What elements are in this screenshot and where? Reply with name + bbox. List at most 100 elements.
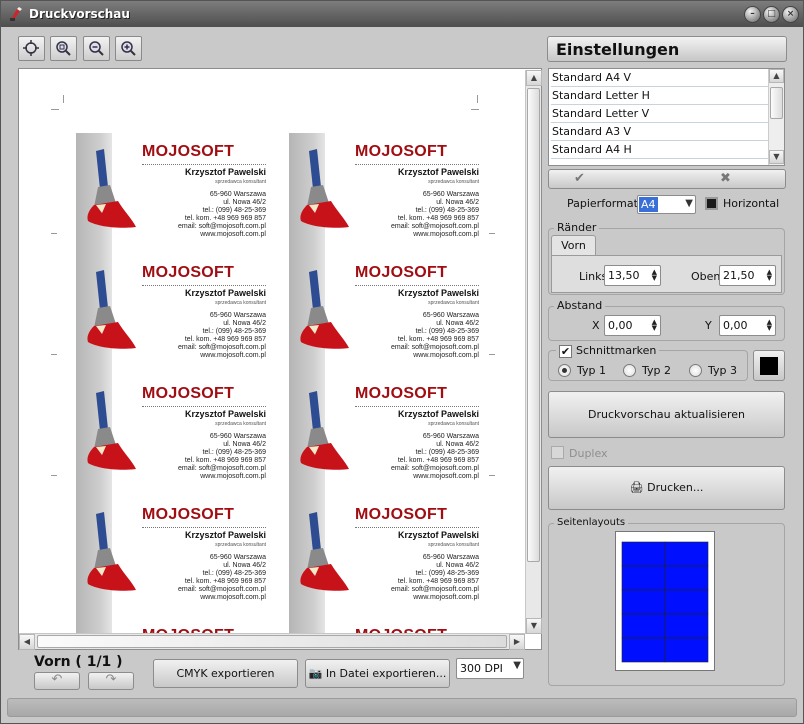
app-icon bbox=[10, 7, 22, 21]
scrollbar-thumb[interactable] bbox=[37, 635, 507, 648]
card-address-line: www.mojosoft.com.pl bbox=[200, 231, 266, 238]
left-margin-spinner[interactable]: 13,50 ▲ ▼ bbox=[604, 265, 661, 286]
scroll-up-icon[interactable]: ▲ bbox=[769, 69, 784, 83]
card-address-line: tel.: (099) 48-25-369 bbox=[202, 449, 266, 456]
x-spacing-value: 0,00 bbox=[608, 319, 633, 332]
zoom-page-button[interactable] bbox=[50, 36, 77, 61]
scroll-right-icon[interactable]: ▶ bbox=[509, 634, 525, 650]
layout-cell bbox=[664, 589, 709, 615]
card-name: Krzysztof Pawelski bbox=[184, 409, 266, 419]
spinner-arrows-icon[interactable]: ▲ ▼ bbox=[652, 319, 657, 332]
card-address-line: www.mojosoft.com.pl bbox=[413, 473, 479, 480]
paper-format-list[interactable]: Standard A4 V Standard Letter H Standard… bbox=[548, 68, 785, 166]
checkmark-icon[interactable]: ✔ bbox=[574, 171, 585, 186]
card-address-line: 65-960 Warszawa bbox=[209, 554, 266, 561]
card-address-line: tel.: (099) 48-25-369 bbox=[415, 207, 479, 214]
camera-icon: 📷 bbox=[308, 667, 323, 680]
list-item[interactable]: Standard Letter V bbox=[551, 105, 769, 123]
close-icon[interactable]: × bbox=[782, 6, 799, 23]
card-name: Krzysztof Pawelski bbox=[184, 288, 266, 298]
spinner-arrows-icon[interactable]: ▲ ▼ bbox=[767, 319, 772, 332]
list-scrollbar[interactable]: ▲ ▼ bbox=[768, 69, 784, 165]
zoom-in-button[interactable] bbox=[115, 36, 142, 61]
horizontal-checkbox[interactable] bbox=[705, 197, 718, 210]
layout-thumbnail[interactable] bbox=[615, 531, 715, 671]
print-preview-window: Druckvorschau – □ × MOJOSOFT Krzysztof Pa… bbox=[0, 0, 804, 724]
zoom-out-button[interactable] bbox=[83, 36, 110, 61]
tab-front[interactable]: Vorn bbox=[551, 235, 596, 256]
minimize-icon[interactable]: – bbox=[744, 6, 761, 23]
y-spacing-label: Y bbox=[705, 319, 712, 332]
zoom-fit-button[interactable] bbox=[18, 36, 45, 61]
paint-brush-icon bbox=[287, 510, 351, 605]
print-button[interactable]: 🖨 Drucken... bbox=[548, 466, 785, 510]
card-role: sprzedawca konsultant bbox=[428, 421, 479, 427]
business-card: MOJOSOFT Krzysztof Pawelski sprzedawca kon… bbox=[289, 496, 503, 617]
card-role: sprzedawca konsultant bbox=[215, 542, 266, 548]
scroll-left-icon[interactable]: ◀ bbox=[19, 634, 35, 650]
update-preview-button[interactable]: Druckvorschau aktualisieren bbox=[548, 391, 785, 438]
scroll-down-icon[interactable]: ▼ bbox=[526, 618, 542, 634]
business-card: MOJOSOFT Krzysztof Pawelski sprzedawca kon… bbox=[289, 375, 503, 496]
maximize-icon[interactable]: □ bbox=[763, 6, 780, 23]
card-role: sprzedawca konsultant bbox=[215, 421, 266, 427]
scrollbar-thumb[interactable] bbox=[527, 88, 540, 562]
horizontal-scrollbar[interactable]: ◀ ▶ bbox=[19, 633, 525, 650]
list-item[interactable]: Standard A4 H bbox=[551, 141, 769, 159]
margins-label: Ränder bbox=[554, 221, 600, 234]
crop-marks-checkbox[interactable]: ✔ bbox=[559, 345, 572, 358]
scrollbar-thumb[interactable] bbox=[770, 87, 783, 119]
next-page-button[interactable]: ↷ bbox=[88, 672, 134, 690]
crop-mark-color-button[interactable] bbox=[753, 350, 785, 381]
settings-title: Einstellungen bbox=[547, 36, 787, 62]
card-divider bbox=[142, 406, 266, 407]
title-bar[interactable]: Druckvorschau – □ × bbox=[1, 1, 803, 27]
card-role: sprzedawca konsultant bbox=[215, 300, 266, 306]
zoom-in-icon bbox=[121, 41, 136, 56]
card-brand: MOJOSOFT bbox=[142, 506, 235, 523]
card-address-line: tel. kom. +48 969 969 857 bbox=[397, 457, 479, 464]
layout-cell bbox=[664, 613, 709, 639]
file-export-button[interactable]: 📷 In Datei exportieren... bbox=[305, 659, 450, 688]
card-address-line: ul. Nowa 46/2 bbox=[436, 320, 479, 327]
list-item[interactable]: Standard A3 V bbox=[551, 123, 769, 141]
card-divider bbox=[142, 527, 266, 528]
radio-type-2[interactable] bbox=[623, 364, 636, 377]
card-address-line: www.mojosoft.com.pl bbox=[413, 594, 479, 601]
radio-type-3[interactable] bbox=[689, 364, 702, 377]
cross-icon[interactable]: ✖ bbox=[720, 171, 731, 186]
card-address-line: 65-960 Warszawa bbox=[422, 191, 479, 198]
x-spacing-spinner[interactable]: 0,00 ▲ ▼ bbox=[604, 315, 661, 336]
layout-cell bbox=[621, 589, 666, 615]
top-margin-spinner[interactable]: 21,50 ▲ ▼ bbox=[719, 265, 776, 286]
card-address-line: ul. Nowa 46/2 bbox=[223, 320, 266, 327]
zoom-page-icon bbox=[56, 41, 71, 56]
cmyk-export-button[interactable]: CMYK exportieren bbox=[153, 659, 298, 688]
paper-format-select[interactable]: A4 ▼ bbox=[637, 195, 696, 214]
scroll-up-icon[interactable]: ▲ bbox=[526, 70, 542, 86]
list-item[interactable]: Standard A4 V bbox=[551, 69, 769, 87]
redo-arrow-icon: ↷ bbox=[105, 672, 117, 687]
business-card: MOJOSOFT Krzysztof Pawelski sprzedawca kon… bbox=[76, 375, 290, 496]
type-3-label: Typ 3 bbox=[708, 364, 737, 377]
top-margin-label: Oben bbox=[691, 270, 721, 283]
spinner-arrows-icon[interactable]: ▲ ▼ bbox=[767, 269, 772, 282]
preview-area[interactable]: MOJOSOFT Krzysztof Pawelski sprzedawca kon… bbox=[18, 68, 542, 650]
scroll-down-icon[interactable]: ▼ bbox=[769, 150, 784, 164]
top-margin-value: 21,50 bbox=[723, 269, 755, 282]
print-label: Drucken... bbox=[647, 481, 704, 494]
y-spacing-spinner[interactable]: 0,00 ▲ ▼ bbox=[719, 315, 776, 336]
list-item[interactable]: Standard Letter H bbox=[551, 87, 769, 105]
dpi-select[interactable]: 300 DPI ▼ bbox=[456, 658, 524, 679]
business-card: MOJOSOFT Krzysztof Pawelski sprzedawca kon… bbox=[289, 133, 503, 254]
card-address-line: email: soft@mojosoft.com.pl bbox=[177, 344, 266, 351]
paint-brush-icon bbox=[74, 510, 138, 605]
vertical-scrollbar[interactable]: ▲ ▼ bbox=[525, 70, 542, 634]
radio-type-1[interactable] bbox=[558, 364, 571, 377]
card-address-line: www.mojosoft.com.pl bbox=[413, 231, 479, 238]
previous-page-button[interactable]: ↶ bbox=[34, 672, 80, 690]
spinner-arrows-icon[interactable]: ▲ ▼ bbox=[652, 269, 657, 282]
y-spacing-value: 0,00 bbox=[723, 319, 748, 332]
undo-arrow-icon: ↶ bbox=[51, 672, 63, 687]
duplex-checkbox[interactable] bbox=[551, 446, 564, 459]
